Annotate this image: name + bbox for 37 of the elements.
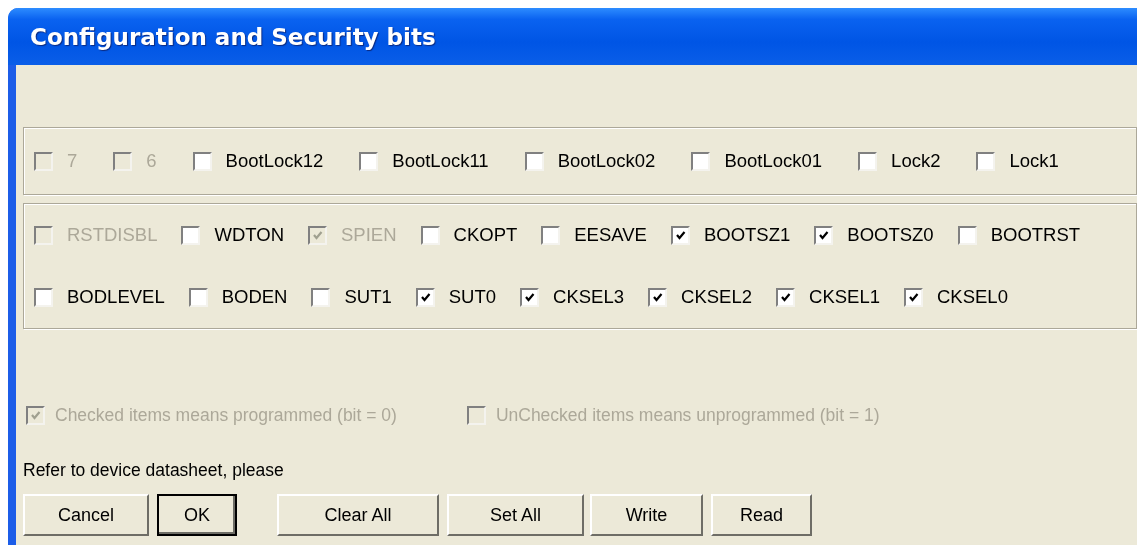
checkmark-icon — [418, 290, 432, 304]
bit-checkbox[interactable]: BootLock01 — [691, 150, 823, 172]
bit-checkbox[interactable]: Lock2 — [858, 150, 941, 172]
dialog-button[interactable]: Cancel — [23, 494, 149, 536]
bit-checkbox[interactable]: BODLEVEL — [34, 286, 165, 308]
datasheet-note: Refer to device datasheet, please — [23, 460, 285, 481]
bit-checkbox[interactable]: Lock1 — [976, 150, 1059, 172]
checkmark-icon — [523, 290, 537, 304]
bit-checkbox[interactable]: BootLock12 — [192, 150, 324, 172]
bit-checkbox[interactable]: CKSEL3 — [520, 286, 625, 308]
bit-checkbox[interactable]: WDTON — [181, 224, 284, 246]
checkmark-icon — [311, 228, 324, 242]
bit-checkbox[interactable]: SUT1 — [311, 286, 392, 308]
bit-checkbox[interactable]: BootLock11 — [359, 150, 489, 172]
bit-checkbox[interactable]: CKSEL2 — [648, 286, 752, 308]
bit-checkbox[interactable]: BOOTSZ1 — [670, 224, 791, 246]
checkmark-icon — [907, 290, 920, 304]
bit-checkbox[interactable]: EESAVE — [541, 224, 647, 246]
checkmark-icon — [651, 290, 665, 304]
window-title: Configuration and Security bits — [30, 23, 436, 50]
dialog-button[interactable]: OK — [157, 494, 237, 536]
bit-checkbox[interactable]: CKSEL0 — [904, 286, 1008, 308]
dialog-button[interactable]: Clear All — [277, 494, 439, 536]
bit-checkbox[interactable]: SUT0 — [415, 286, 497, 308]
checkmark-icon — [673, 228, 687, 242]
dialog-button[interactable]: Set All — [447, 494, 584, 536]
bit-checkbox[interactable]: CKOPT — [420, 224, 518, 246]
bit-checkbox[interactable]: BootLock02 — [524, 150, 656, 172]
dialog-button[interactable]: Write — [590, 494, 703, 536]
bit-checkbox[interactable]: CKSEL1 — [776, 286, 880, 308]
bit-checkbox[interactable]: BOOTRST — [957, 224, 1081, 246]
bit-checkbox[interactable]: BOOTSZ0 — [814, 224, 934, 246]
checkmark-icon — [779, 290, 792, 304]
checkmark-icon — [817, 228, 831, 242]
bit-checkbox[interactable]: BODEN — [188, 286, 288, 308]
checkmark-icon — [29, 409, 42, 422]
dialog-button[interactable]: Read — [711, 494, 812, 536]
